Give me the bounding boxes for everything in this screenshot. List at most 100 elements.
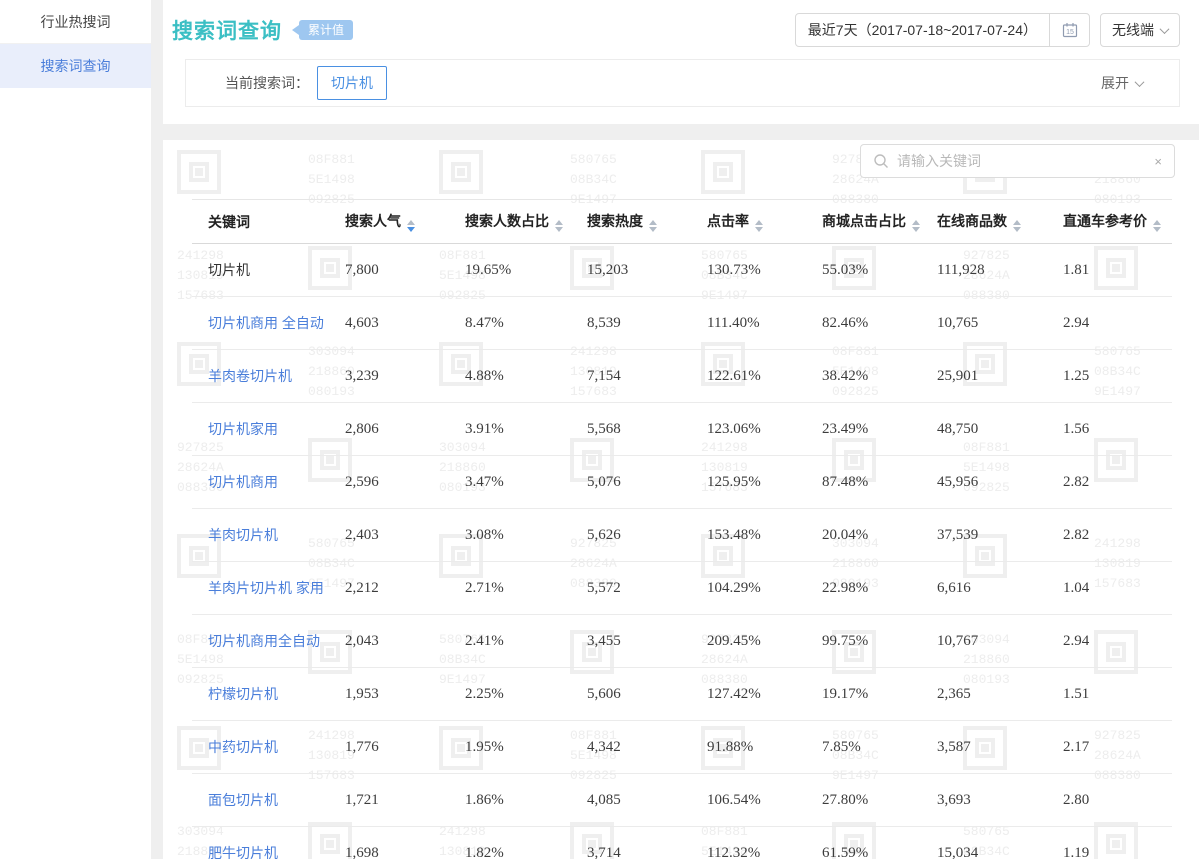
sort-icon[interactable] (912, 220, 920, 232)
sort-icon[interactable] (649, 220, 657, 232)
sort-icon[interactable] (1013, 220, 1021, 232)
table-row: 面包切片机1,7211.86%4,085106.54%27.80%3,6932.… (192, 774, 1172, 827)
value-cell: 3,693 (921, 774, 1047, 827)
value-cell: 7,800 (329, 244, 449, 297)
keywords-table: 关键词 搜索人气 搜索人数占比 搜索热度 点击率商城点击占比 在线商品数 直通车参考价 切片… (192, 199, 1172, 859)
keyword-cell[interactable]: 切片机商用 全自动 (192, 297, 329, 350)
value-cell: 1.04 (1047, 562, 1172, 615)
sidebar-item-0[interactable]: 行业热搜词 (0, 0, 151, 44)
sort-icon[interactable] (555, 220, 563, 232)
value-cell: 3,587 (921, 721, 1047, 774)
value-cell: 2,806 (329, 403, 449, 456)
column-label: 商城点击占比 (822, 213, 906, 229)
table-row: 羊肉卷切片机3,2394.88%7,154122.61%38.42%25,901… (192, 350, 1172, 403)
column-label: 关键词 (208, 214, 250, 230)
value-cell: 2,043 (329, 615, 449, 668)
value-cell: 106.54% (691, 774, 806, 827)
value-cell: 125.95% (691, 456, 806, 509)
table-row: 切片机商用 全自动4,6038.47%8,539111.40%82.46%10,… (192, 297, 1172, 350)
value-cell: 23.49% (806, 403, 921, 456)
value-cell: 1.19 (1047, 827, 1172, 859)
column-header-4[interactable]: 点击率 (691, 200, 806, 244)
keyword-cell[interactable]: 柠檬切片机 (192, 668, 329, 721)
value-cell: 3,455 (571, 615, 691, 668)
column-header-2[interactable]: 搜索人数占比 (449, 200, 571, 244)
expand-toggle[interactable]: 展开 (1101, 73, 1143, 93)
value-cell: 4.88% (449, 350, 571, 403)
value-cell: 2.82 (1047, 456, 1172, 509)
keyword-cell[interactable]: 切片机家用 (192, 403, 329, 456)
clear-icon[interactable]: × (1154, 155, 1162, 168)
column-header-6[interactable]: 在线商品数 (921, 200, 1047, 244)
value-cell: 82.46% (806, 297, 921, 350)
sidebar-item-1[interactable]: 搜索词查询 (0, 44, 151, 88)
column-header-3[interactable]: 搜索热度 (571, 200, 691, 244)
search-icon (873, 153, 889, 169)
value-cell: 3,714 (571, 827, 691, 859)
keyword-cell[interactable]: 切片机商用 (192, 456, 329, 509)
value-cell: 1.95% (449, 721, 571, 774)
sort-icon[interactable] (1153, 220, 1161, 232)
table-row: 切片机商用全自动2,0432.41%3,455209.45%99.75%10,7… (192, 615, 1172, 668)
chevron-down-icon (1160, 24, 1170, 34)
value-cell: 130.73% (691, 244, 806, 297)
value-cell: 48,750 (921, 403, 1047, 456)
keyword-cell[interactable]: 羊肉卷切片机 (192, 350, 329, 403)
value-cell: 2.94 (1047, 615, 1172, 668)
value-cell: 6,616 (921, 562, 1047, 615)
value-cell: 37,539 (921, 509, 1047, 562)
terminal-selector[interactable]: 无线端 (1100, 13, 1180, 47)
column-label: 搜索人气 (345, 213, 401, 229)
value-cell: 127.42% (691, 668, 806, 721)
calendar-icon[interactable]: 15 (1049, 14, 1089, 46)
column-header-5[interactable]: 商城点击占比 (806, 200, 921, 244)
terminal-label: 无线端 (1112, 20, 1154, 40)
value-cell: 1.81 (1047, 244, 1172, 297)
keyword-cell[interactable]: 切片机商用全自动 (192, 615, 329, 668)
value-cell: 2,365 (921, 668, 1047, 721)
sort-icon[interactable] (755, 220, 763, 232)
table-card: 08F8815E149809282558076508B34C9E14979278… (163, 140, 1199, 859)
column-header-0: 关键词 (192, 200, 329, 244)
table-row: 中药切片机1,7761.95%4,34291.88%7.85%3,5872.17 (192, 721, 1172, 774)
value-cell: 99.75% (806, 615, 921, 668)
value-cell: 111.40% (691, 297, 806, 350)
table-row: 切片机商用2,5963.47%5,076125.95%87.48%45,9562… (192, 456, 1172, 509)
value-cell: 1,698 (329, 827, 449, 859)
current-term-chip[interactable]: 切片机 (317, 66, 387, 100)
value-cell: 2.80 (1047, 774, 1172, 827)
value-cell: 123.06% (691, 403, 806, 456)
date-range-picker[interactable]: 最近7天（2017-07-18~2017-07-24） 15 (795, 13, 1090, 47)
column-label: 搜索人数占比 (465, 213, 549, 229)
value-cell: 15,034 (921, 827, 1047, 859)
column-label: 在线商品数 (937, 213, 1007, 229)
value-cell: 8,539 (571, 297, 691, 350)
keyword-cell[interactable]: 肥牛切片机 (192, 827, 329, 859)
value-cell: 153.48% (691, 509, 806, 562)
value-cell: 2.71% (449, 562, 571, 615)
value-cell: 4,085 (571, 774, 691, 827)
keyword-cell[interactable]: 中药切片机 (192, 721, 329, 774)
value-cell: 5,606 (571, 668, 691, 721)
keyword-cell[interactable]: 面包切片机 (192, 774, 329, 827)
value-cell: 3.91% (449, 403, 571, 456)
table-row: 羊肉切片机2,4033.08%5,626153.48%20.04%37,5392… (192, 509, 1172, 562)
column-header-7[interactable]: 直通车参考价 (1047, 200, 1172, 244)
keyword-cell[interactable]: 羊肉片切片机 家用 (192, 562, 329, 615)
value-cell: 1,776 (329, 721, 449, 774)
value-cell: 5,076 (571, 456, 691, 509)
date-range-text: 最近7天（2017-07-18~2017-07-24） (796, 20, 1049, 40)
value-cell: 25,901 (921, 350, 1047, 403)
value-cell: 4,342 (571, 721, 691, 774)
column-header-1[interactable]: 搜索人气 (329, 200, 449, 244)
filter-bar: 当前搜索词： 切片机 展开 (185, 59, 1180, 107)
search-input[interactable] (897, 153, 1146, 169)
value-cell: 55.03% (806, 244, 921, 297)
value-cell: 5,572 (571, 562, 691, 615)
expand-label: 展开 (1101, 73, 1129, 93)
value-cell: 1.86% (449, 774, 571, 827)
sort-icon[interactable] (407, 220, 415, 232)
keyword-cell[interactable]: 羊肉切片机 (192, 509, 329, 562)
column-label: 搜索热度 (587, 213, 643, 229)
table-row: 柠檬切片机1,9532.25%5,606127.42%19.17%2,3651.… (192, 668, 1172, 721)
